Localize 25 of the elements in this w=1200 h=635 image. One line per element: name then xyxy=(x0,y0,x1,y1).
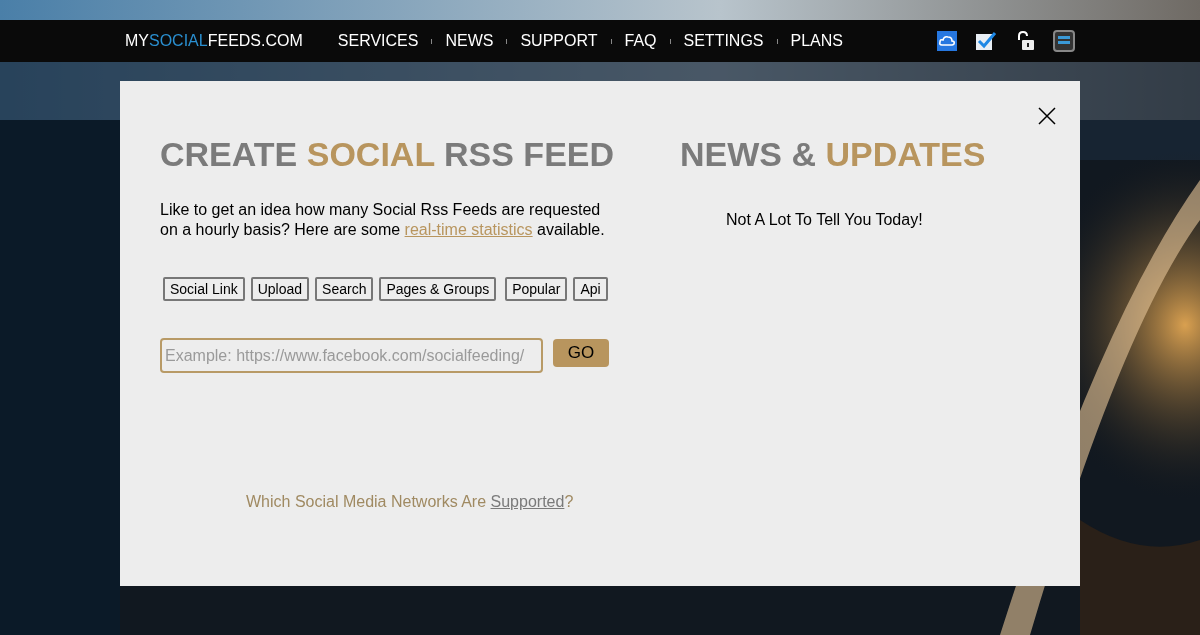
close-icon[interactable] xyxy=(1038,107,1056,125)
nav-link[interactable]: FAQ xyxy=(624,29,657,53)
tab-button[interactable]: Popular xyxy=(505,277,568,301)
section-heading: CREATE SOCIAL RSS FEED xyxy=(160,134,616,175)
footer-text: Which Social Media Networks Are Supported? xyxy=(246,492,575,512)
tab-button[interactable]: Social Link xyxy=(163,277,245,301)
padlock-icon[interactable] xyxy=(1015,31,1035,51)
nav-link[interactable]: SERVICES xyxy=(337,29,419,53)
text-link[interactable]: Supported xyxy=(490,493,565,510)
nav-link[interactable]: SETTINGS xyxy=(683,29,764,53)
tab-button[interactable]: Search xyxy=(315,277,374,301)
cloud-icon[interactable] xyxy=(937,31,957,51)
tab-button[interactable]: Upload xyxy=(250,277,310,301)
menu-icon[interactable] xyxy=(1053,30,1075,52)
nav-link[interactable]: NEWS xyxy=(445,29,494,53)
tab-button[interactable]: Pages & Groups xyxy=(379,277,497,301)
url-field[interactable]: Example: https://www.facebook.com/socialfeeding/ xyxy=(160,338,543,373)
checkbox-icon[interactable] xyxy=(975,31,997,51)
news-message: Not A Lot To Tell You Today! xyxy=(726,210,924,230)
site-logo[interactable]: MYSOCIALFEEDS.COM xyxy=(125,29,303,53)
nav-link[interactable]: SUPPORT xyxy=(520,29,598,53)
nav-link[interactable]: PLANS xyxy=(790,29,843,53)
tab-button[interactable]: Api xyxy=(573,277,608,301)
go-button[interactable]: GO xyxy=(553,338,609,367)
intro-text: Like to get an idea how many Social Rss Feeds are requested on a hourly basis? Here are some real-time statistics available. xyxy=(160,200,606,240)
